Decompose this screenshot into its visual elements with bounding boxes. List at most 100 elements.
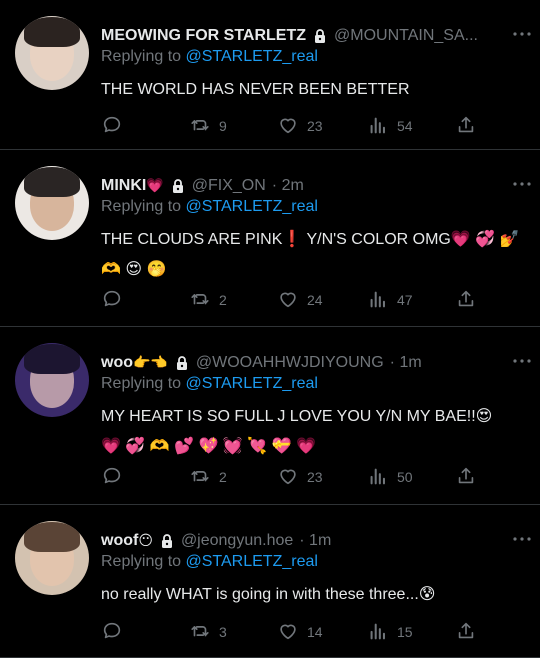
mention-link[interactable]: @STARLETZ_real xyxy=(186,198,318,215)
like-count: 24 xyxy=(307,292,323,308)
reply-button[interactable] xyxy=(101,288,123,312)
share-button[interactable] xyxy=(455,465,477,489)
views-button[interactable]: 50 xyxy=(367,465,413,489)
avatar[interactable] xyxy=(15,521,89,595)
like-button[interactable]: 24 xyxy=(277,288,323,312)
like-button[interactable]: 23 xyxy=(277,114,323,138)
retweet-icon xyxy=(189,288,211,313)
views-icon xyxy=(367,114,389,139)
like-icon xyxy=(277,465,299,490)
tweet-text: THE WORLD HAS NEVER BEEN BETTER xyxy=(101,78,526,108)
retweet-button[interactable]: 3 xyxy=(189,620,227,644)
user-handle[interactable]: @MOUNTAIN_SA... xyxy=(334,27,478,45)
views-count: 54 xyxy=(397,118,413,134)
like-icon xyxy=(277,288,299,313)
replying-to: Replying to @STARLETZ_real xyxy=(101,553,318,571)
views-button[interactable]: 54 xyxy=(367,114,413,138)
display-name[interactable]: woo xyxy=(101,354,133,372)
tweet-text-line1: THE WORLD HAS NEVER BEEN BETTER xyxy=(101,81,410,98)
views-icon xyxy=(367,620,389,645)
tweet-actions: 3 14 15 xyxy=(101,620,526,644)
retweet-count: 2 xyxy=(219,292,227,308)
share-button[interactable] xyxy=(455,114,477,138)
replying-to: Replying to @STARLETZ_real xyxy=(101,375,318,393)
tweet[interactable]: MEOWING FOR STARLETZ @MOUNTAIN_SA... Reply… xyxy=(0,0,540,150)
retweet-icon xyxy=(189,465,211,490)
tweet[interactable]: woo 👉👈 @WOOAHHWJDIYOUNG · 1m Replying to @ST… xyxy=(0,327,540,505)
reply-icon xyxy=(101,620,123,645)
retweet-icon xyxy=(189,114,211,139)
views-button[interactable]: 47 xyxy=(367,288,413,312)
tweet[interactable]: woof 😶 @jeongyun.hoe · 1m Replying to @STARL… xyxy=(0,505,540,658)
mention-link[interactable]: @STARLETZ_real xyxy=(186,553,318,570)
avatar-hair xyxy=(23,344,81,375)
retweet-button[interactable]: 9 xyxy=(189,114,227,138)
share-icon xyxy=(455,465,477,490)
share-icon xyxy=(455,114,477,139)
timestamp[interactable]: · 1m xyxy=(390,354,422,372)
more-icon[interactable] xyxy=(512,353,532,369)
avatar[interactable] xyxy=(15,343,89,417)
tweet-text: MY HEART IS SO FULL J LOVE YOU Y/N MY BA… xyxy=(101,405,526,459)
more-icon[interactable] xyxy=(512,176,532,192)
display-name[interactable]: MINKI xyxy=(101,177,146,195)
mention-link[interactable]: @STARLETZ_real xyxy=(186,375,318,392)
tweet-header: MEOWING FOR STARLETZ @MOUNTAIN_SA... xyxy=(101,26,526,46)
lock-icon xyxy=(174,355,190,371)
timestamp[interactable]: · 2m xyxy=(272,177,304,195)
avatar[interactable] xyxy=(15,16,89,90)
avatar-hair xyxy=(23,17,81,48)
reply-feed: MEOWING FOR STARLETZ @MOUNTAIN_SA... Reply… xyxy=(0,0,540,658)
share-button[interactable] xyxy=(455,620,477,644)
user-handle[interactable]: @jeongyun.hoe xyxy=(181,532,293,550)
tweet-text-line1: MY HEART IS SO FULL J LOVE YOU Y/N MY BA… xyxy=(101,408,493,425)
name-emoji: 😶 xyxy=(138,533,153,549)
like-count: 23 xyxy=(307,118,323,134)
share-icon xyxy=(455,288,477,313)
share-icon xyxy=(455,620,477,645)
replying-to: Replying to @STARLETZ_real xyxy=(101,198,318,216)
tweet-actions: 9 23 54 xyxy=(101,114,526,138)
tweet[interactable]: MINKI 💗 @FIX_ON · 2m Replying to @STARLETZ_r… xyxy=(0,150,540,327)
reply-button[interactable] xyxy=(101,114,123,138)
more-icon[interactable] xyxy=(512,26,532,42)
views-count: 47 xyxy=(397,292,413,308)
like-count: 14 xyxy=(307,624,323,640)
replying-to: Replying to @STARLETZ_real xyxy=(101,48,318,66)
tweet-text-line1: no really WHAT is going in with these th… xyxy=(101,586,436,603)
lock-icon xyxy=(170,178,186,194)
reply-button[interactable] xyxy=(101,465,123,489)
avatar-hair xyxy=(23,167,81,198)
share-button[interactable] xyxy=(455,288,477,312)
retweet-count: 3 xyxy=(219,624,227,640)
replying-prefix: Replying to xyxy=(101,48,186,65)
reply-icon xyxy=(101,288,123,313)
avatar[interactable] xyxy=(15,166,89,240)
views-count: 50 xyxy=(397,469,413,485)
display-name[interactable]: MEOWING FOR STARLETZ xyxy=(101,27,306,45)
user-handle[interactable]: @FIX_ON xyxy=(192,177,266,195)
tweet-text-line2: 🫶 😍 🤭 xyxy=(101,261,167,278)
tweet-header: woo 👉👈 @WOOAHHWJDIYOUNG · 1m xyxy=(101,353,526,373)
like-button[interactable]: 23 xyxy=(277,465,323,489)
views-icon xyxy=(367,288,389,313)
more-icon[interactable] xyxy=(512,531,532,547)
mention-link[interactable]: @STARLETZ_real xyxy=(186,48,318,65)
like-button[interactable]: 14 xyxy=(277,620,323,644)
like-icon xyxy=(277,114,299,139)
retweet-button[interactable]: 2 xyxy=(189,465,227,489)
tweet-header: MINKI 💗 @FIX_ON · 2m xyxy=(101,176,526,196)
reply-button[interactable] xyxy=(101,620,123,644)
retweet-button[interactable]: 2 xyxy=(189,288,227,312)
lock-icon xyxy=(159,533,175,549)
like-icon xyxy=(277,620,299,645)
replying-prefix: Replying to xyxy=(101,553,186,570)
user-handle[interactable]: @WOOAHHWJDIYOUNG xyxy=(196,354,384,372)
views-button[interactable]: 15 xyxy=(367,620,413,644)
tweet-text: no really WHAT is going in with these th… xyxy=(101,583,526,613)
retweet-count: 9 xyxy=(219,118,227,134)
retweet-icon xyxy=(189,620,211,645)
display-name[interactable]: woof xyxy=(101,532,138,550)
replying-prefix: Replying to xyxy=(101,198,186,215)
timestamp[interactable]: · 1m xyxy=(299,532,331,550)
